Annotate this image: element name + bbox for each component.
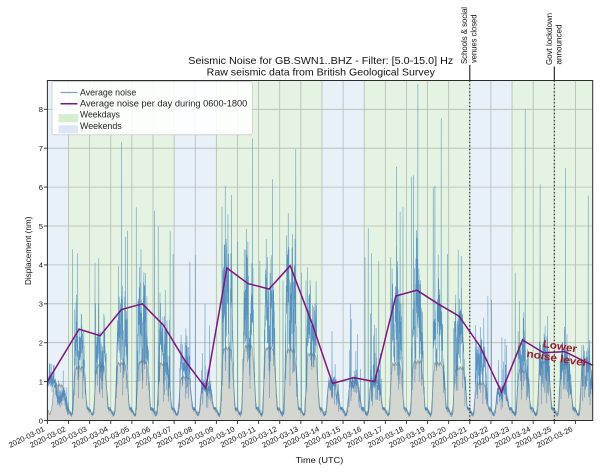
svg-text:Average noise: Average noise (80, 87, 136, 97)
svg-text:2: 2 (39, 339, 43, 348)
svg-text:announced: announced (555, 25, 564, 65)
svg-text:1: 1 (39, 377, 43, 386)
svg-text:venues closed: venues closed (470, 15, 479, 64)
svg-text:Displacement (nm): Displacement (nm) (24, 216, 33, 285)
svg-text:Govt lockdown: Govt lockdown (545, 13, 554, 65)
svg-text:Average noise per day during 0: Average noise per day during 0600-1800 (80, 99, 247, 109)
svg-text:7: 7 (39, 144, 43, 153)
svg-text:Weekends: Weekends (80, 121, 122, 131)
svg-text:4: 4 (39, 261, 43, 270)
svg-text:Raw seismic data from British: Raw seismic data from British Geological… (207, 68, 436, 79)
svg-text:0: 0 (39, 416, 43, 425)
svg-text:8: 8 (39, 105, 43, 114)
svg-text:Schools & social: Schools & social (460, 7, 469, 64)
svg-text:3: 3 (39, 300, 43, 309)
svg-text:5: 5 (39, 222, 43, 231)
svg-text:6: 6 (39, 183, 43, 192)
svg-text:Seismic Noise for GB.SWN1..BHZ: Seismic Noise for GB.SWN1..BHZ - Filter:… (188, 56, 453, 67)
svg-text:Time (UTC): Time (UTC) (296, 455, 344, 465)
svg-text:Weekdays: Weekdays (80, 110, 120, 120)
